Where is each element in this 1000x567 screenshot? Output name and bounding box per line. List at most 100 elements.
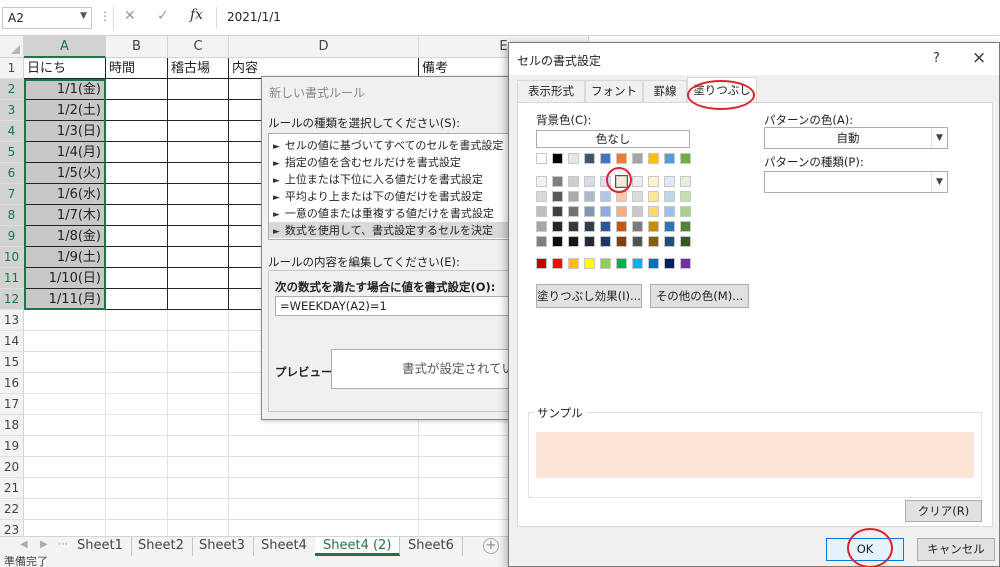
row-header[interactable]: 1: [0, 58, 24, 79]
cell-b20[interactable]: [106, 457, 168, 478]
shade-swatch[interactable]: [584, 206, 595, 217]
standard-color-swatch[interactable]: [584, 258, 595, 269]
cell-c22[interactable]: [168, 499, 229, 520]
cell-a12[interactable]: 1/11(月): [24, 289, 106, 310]
shade-swatch[interactable]: [552, 221, 563, 232]
sheet-tab-sheet4[interactable]: Sheet4: [253, 537, 316, 556]
cell-a9[interactable]: 1/8(金): [24, 226, 106, 247]
cell-b4[interactable]: [106, 121, 168, 142]
shade-swatch[interactable]: [600, 221, 611, 232]
more-sheets-icon[interactable]: ⋯: [58, 539, 68, 550]
column-header-a[interactable]: A: [24, 36, 106, 58]
row-header[interactable]: 11: [0, 268, 24, 289]
cell-b16[interactable]: [106, 373, 168, 394]
cell-c19[interactable]: [168, 436, 229, 457]
theme-color-swatch[interactable]: [648, 153, 659, 164]
shade-swatch[interactable]: [584, 221, 595, 232]
cell-b23[interactable]: [106, 520, 168, 536]
cell-d23[interactable]: [229, 520, 419, 536]
help-icon[interactable]: ?: [933, 51, 940, 66]
rule-type-item[interactable]: ► 平均より上または下の値だけを書式設定: [273, 188, 483, 204]
shade-swatch[interactable]: [536, 176, 547, 187]
cell-b1[interactable]: 時間: [106, 58, 168, 79]
cancel-button[interactable]: キャンセル: [917, 538, 995, 561]
cell-b3[interactable]: [106, 100, 168, 121]
cell-b15[interactable]: [106, 352, 168, 373]
row-header[interactable]: 10: [0, 247, 24, 268]
fill-effects-button[interactable]: 塗りつぶし効果(I)...: [536, 284, 642, 308]
prev-sheet-icon[interactable]: ◀: [20, 539, 28, 550]
shade-swatch[interactable]: [648, 221, 659, 232]
standard-color-swatch[interactable]: [616, 258, 627, 269]
shade-swatch[interactable]: [632, 221, 643, 232]
theme-color-swatch[interactable]: [664, 153, 675, 164]
tab-number-format[interactable]: 表示形式: [517, 80, 585, 102]
cell-d19[interactable]: [229, 436, 419, 457]
standard-color-swatch[interactable]: [600, 258, 611, 269]
row-header[interactable]: 9: [0, 226, 24, 247]
cell-a20[interactable]: [24, 457, 106, 478]
shade-swatch[interactable]: [552, 176, 563, 187]
cell-b10[interactable]: [106, 247, 168, 268]
shade-swatch[interactable]: [584, 176, 595, 187]
cell-b11[interactable]: [106, 268, 168, 289]
theme-color-swatch[interactable]: [536, 153, 547, 164]
cell-a22[interactable]: [24, 499, 106, 520]
row-header[interactable]: 8: [0, 205, 24, 226]
column-header-c[interactable]: C: [168, 36, 229, 58]
shade-swatch[interactable]: [632, 176, 643, 187]
cell-b14[interactable]: [106, 331, 168, 352]
row-header[interactable]: 23: [0, 520, 24, 536]
shade-swatch[interactable]: [680, 221, 691, 232]
cell-d20[interactable]: [229, 457, 419, 478]
row-header[interactable]: 4: [0, 121, 24, 142]
cell-b12[interactable]: [106, 289, 168, 310]
shade-swatch[interactable]: [616, 206, 627, 217]
rule-type-item[interactable]: ► 指定の値を含むセルだけを書式設定: [273, 154, 461, 170]
standard-color-swatch[interactable]: [568, 258, 579, 269]
chevron-down-icon[interactable]: ▼: [931, 128, 947, 148]
sheet-tab-sheet3[interactable]: Sheet3: [191, 537, 254, 556]
standard-color-swatch[interactable]: [552, 258, 563, 269]
cell-a3[interactable]: 1/2(土): [24, 100, 106, 121]
standard-color-swatch[interactable]: [536, 258, 547, 269]
shade-swatch[interactable]: [616, 221, 627, 232]
standard-color-swatch[interactable]: [632, 258, 643, 269]
sheet-tab-sheet4-2[interactable]: Sheet4 (2): [315, 537, 401, 556]
shade-swatch[interactable]: [568, 176, 579, 187]
cell-a23[interactable]: [24, 520, 106, 536]
shade-swatch[interactable]: [536, 236, 547, 247]
cell-c15[interactable]: [168, 352, 229, 373]
theme-color-swatch[interactable]: [568, 153, 579, 164]
shade-swatch[interactable]: [680, 236, 691, 247]
cell-a19[interactable]: [24, 436, 106, 457]
cell-c20[interactable]: [168, 457, 229, 478]
rule-type-item[interactable]: ► セルの値に基づいてすべてのセルを書式設定: [273, 137, 503, 153]
shade-swatch[interactable]: [568, 221, 579, 232]
formula-input[interactable]: 2021/1/1: [216, 7, 1000, 29]
pattern-color-select[interactable]: 自動 ▼: [764, 127, 948, 149]
shade-swatch[interactable]: [568, 236, 579, 247]
shade-swatch[interactable]: [664, 236, 675, 247]
cell-a2[interactable]: 1/1(金): [24, 79, 106, 100]
cell-b21[interactable]: [106, 478, 168, 499]
cell-c1[interactable]: 稽古場: [168, 58, 229, 79]
shade-swatch[interactable]: [632, 236, 643, 247]
theme-color-swatch[interactable]: [584, 153, 595, 164]
shade-swatch[interactable]: [664, 176, 675, 187]
shade-swatch[interactable]: [680, 176, 691, 187]
row-header[interactable]: 19: [0, 436, 24, 457]
shade-swatch[interactable]: [536, 206, 547, 217]
cell-a11[interactable]: 1/10(日): [24, 268, 106, 289]
shade-swatch[interactable]: [648, 176, 659, 187]
theme-color-swatch[interactable]: [616, 153, 627, 164]
row-header[interactable]: 5: [0, 142, 24, 163]
cell-b17[interactable]: [106, 394, 168, 415]
shade-swatch[interactable]: [616, 191, 627, 202]
shade-swatch[interactable]: [600, 191, 611, 202]
cell-b13[interactable]: [106, 310, 168, 331]
row-header[interactable]: 2: [0, 79, 24, 100]
shade-swatch[interactable]: [648, 236, 659, 247]
theme-color-swatch[interactable]: [552, 153, 563, 164]
shade-swatch[interactable]: [584, 191, 595, 202]
